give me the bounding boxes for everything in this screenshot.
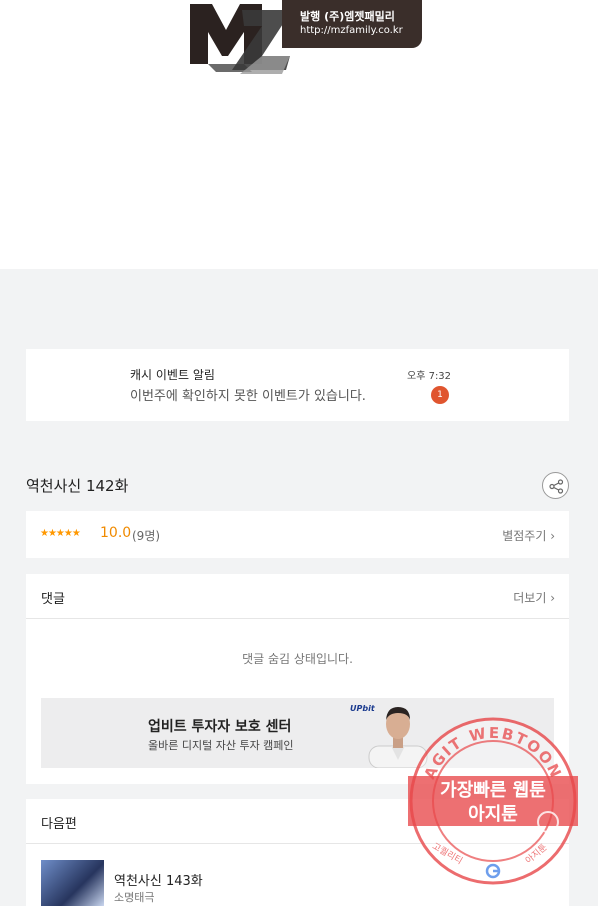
next-episode-section-title: 다음편 <box>41 817 77 832</box>
rating-score: 10.0 <box>100 525 132 541</box>
ad-subtitle: 올바른 디지털 자산 투자 캠페인 <box>148 739 294 752</box>
comments-more-link[interactable]: 더보기 › <box>513 589 555 606</box>
publisher-url: http://mzfamily.co.kr <box>300 25 403 36</box>
notification-badge: 1 <box>431 386 449 404</box>
publisher-name: 발행 (주)엠젯패밀리 <box>300 10 395 23</box>
rating-card: ★★★★★ 10.0 (9명) 별점주기 › <box>26 511 569 558</box>
comments-hidden-message: 댓글 숨김 상태입니다. <box>242 652 353 666</box>
watermark-line2: 아지툰 <box>468 804 518 825</box>
mz-logo-mark <box>190 4 292 74</box>
rating-count: (9명) <box>132 529 161 543</box>
rate-button[interactable]: 별점주기 › <box>502 527 555 544</box>
next-episode-author: 소명태극 <box>114 891 155 904</box>
comments-title: 댓글 <box>41 592 65 607</box>
notification-card[interactable]: 캐시 이벤트 알림 이번주에 확인하지 못한 이벤트가 있습니다. 오후 7:3… <box>26 349 569 421</box>
share-icon <box>549 479 564 494</box>
next-episode-title[interactable]: 역천사신 143화 <box>114 870 203 889</box>
watermark-stamp: AGIT WEBTOON 가장빠른 웹툰 아지툰 고퀄리티 아지툰 <box>408 717 578 885</box>
episode-title: 역천사신 142화 <box>26 477 129 495</box>
notification-time: 오후 7:32 <box>407 371 452 382</box>
rating-stars-icon: ★★★★★ <box>40 528 81 539</box>
comments-header: 댓글 더보기 › <box>26 574 569 619</box>
publisher-logo: 발행 (주)엠젯패밀리 http://mzfamily.co.kr <box>182 0 424 78</box>
ad-title: 업비트 투자자 보호 센터 <box>148 719 292 735</box>
watermark-line1: 가장빠른 웹툰 <box>440 780 546 801</box>
share-button[interactable] <box>542 472 569 499</box>
notification-title: 캐시 이벤트 알림 <box>130 368 215 382</box>
notification-message: 이번주에 확인하지 못한 이벤트가 있습니다. <box>130 389 366 404</box>
next-episode-thumbnail[interactable] <box>41 860 104 906</box>
